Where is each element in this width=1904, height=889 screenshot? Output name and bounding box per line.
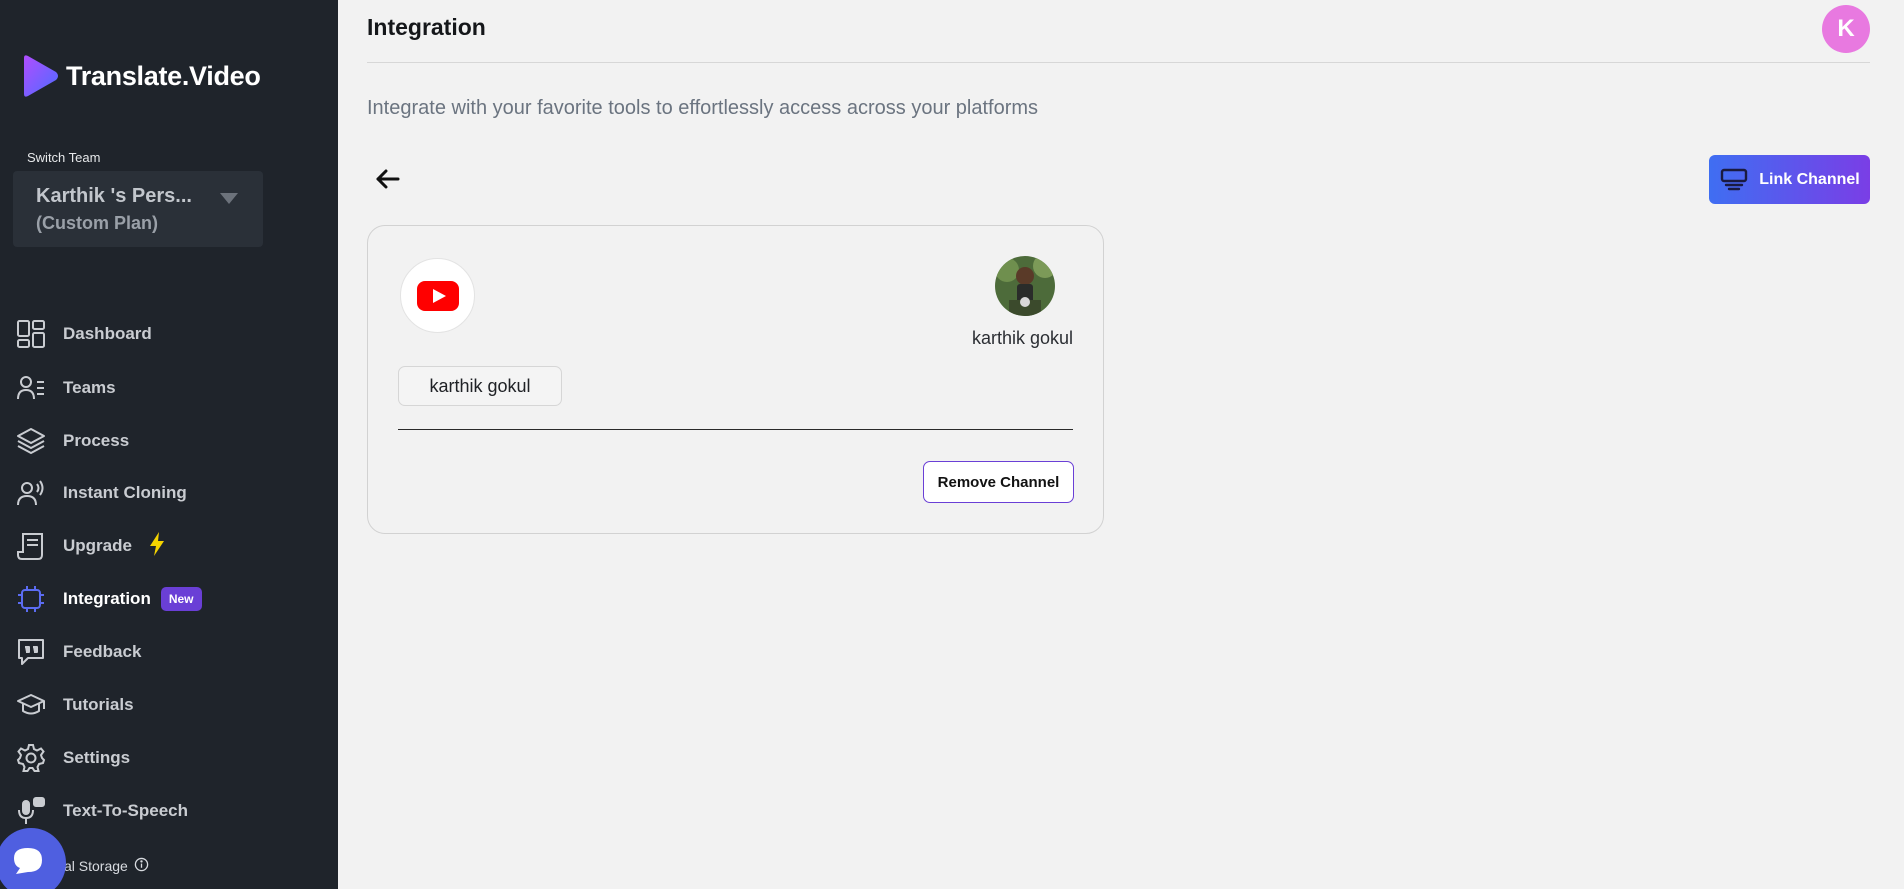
header-divider [367, 62, 1870, 63]
sidebar-item-instant-cloning[interactable]: Instant Cloning [14, 474, 187, 512]
chat-widget-button[interactable] [0, 828, 66, 889]
card-divider [398, 429, 1073, 430]
channel-name-chip: karthik gokul [398, 366, 562, 406]
storage-label: al Storage [64, 858, 128, 874]
sidebar-item-settings[interactable]: Settings [14, 739, 130, 777]
quote-icon [14, 635, 48, 669]
microphone-icon [14, 794, 48, 828]
user-avatar[interactable]: K [1822, 5, 1870, 53]
sidebar-item-label: Text-To-Speech [63, 801, 188, 820]
chat-icon [14, 848, 42, 874]
brand-name: Translate.Video [66, 60, 261, 91]
new-badge: New [160, 587, 202, 611]
arrow-left-icon [376, 169, 400, 189]
caret-down-icon [220, 193, 238, 204]
sidebar-item-integration[interactable]: Integration New [14, 580, 202, 618]
back-button[interactable] [370, 162, 406, 196]
team-name: Karthik 's Pers... [36, 185, 192, 207]
info-icon[interactable] [134, 857, 149, 875]
sidebar-item-upgrade[interactable]: Upgrade [14, 527, 166, 565]
channel-card: karthik gokul karthik gokul Remove Chann… [367, 225, 1104, 534]
sidebar-item-label: Settings [63, 748, 131, 767]
channel-owner-name: karthik gokul [971, 328, 1073, 348]
team-plan: (Custom Plan) [36, 213, 159, 233]
sidebar-item-label: Process [63, 431, 130, 450]
sidebar-item-label: Feedback [63, 642, 142, 661]
sidebar-item-label: Instant Cloning [63, 483, 187, 502]
sidebar-item-feedback[interactable]: Feedback [14, 633, 141, 671]
receipt-icon [14, 529, 48, 563]
dashboard-icon [14, 317, 48, 351]
voice-clone-icon [14, 476, 48, 510]
platform-logo [400, 258, 475, 333]
sidebar-item-dashboard[interactable]: Dashboard [14, 315, 152, 353]
team-switcher[interactable]: Karthik 's Pers... (Custom Plan) [13, 171, 263, 247]
sidebar-item-text-to-speech[interactable]: Text-To-Speech [14, 792, 188, 830]
sidebar: Translate.Video Switch Team Karthik 's P… [0, 0, 338, 889]
graduation-cap-icon [14, 688, 48, 722]
sidebar-item-label: Integration [63, 589, 151, 608]
youtube-icon [416, 280, 459, 311]
monitor-icon [1721, 168, 1748, 190]
sidebar-item-process[interactable]: Process [14, 422, 129, 460]
sidebar-item-label: Teams [63, 378, 116, 397]
link-channel-button[interactable]: Link Channel [1709, 155, 1870, 204]
sidebar-item-teams[interactable]: Teams [14, 369, 116, 407]
brand-logo[interactable]: Translate.Video [20, 54, 261, 98]
gear-icon [14, 741, 48, 775]
sidebar-item-tutorials[interactable]: Tutorials [14, 686, 134, 724]
sidebar-item-label: Dashboard [63, 324, 152, 343]
channel-owner-avatar [995, 256, 1055, 316]
chip-icon [14, 582, 48, 616]
page-title: Integration [367, 14, 486, 40]
main-content: Integration K Integrate with your favori… [338, 0, 1904, 889]
sidebar-item-label: Tutorials [63, 695, 134, 714]
page-subtitle: Integrate with your favorite tools to ef… [367, 97, 1039, 119]
play-logo-icon [24, 55, 58, 97]
remove-channel-button[interactable]: Remove Channel [923, 461, 1074, 503]
storage-info: al Storage [64, 857, 149, 875]
link-channel-label: Link Channel [1759, 170, 1860, 188]
sidebar-item-label: Upgrade [63, 536, 132, 555]
switch-team-label: Switch Team [27, 150, 101, 165]
layers-icon [14, 424, 48, 458]
teams-icon [14, 371, 48, 405]
lightning-bolt-icon [148, 531, 166, 561]
